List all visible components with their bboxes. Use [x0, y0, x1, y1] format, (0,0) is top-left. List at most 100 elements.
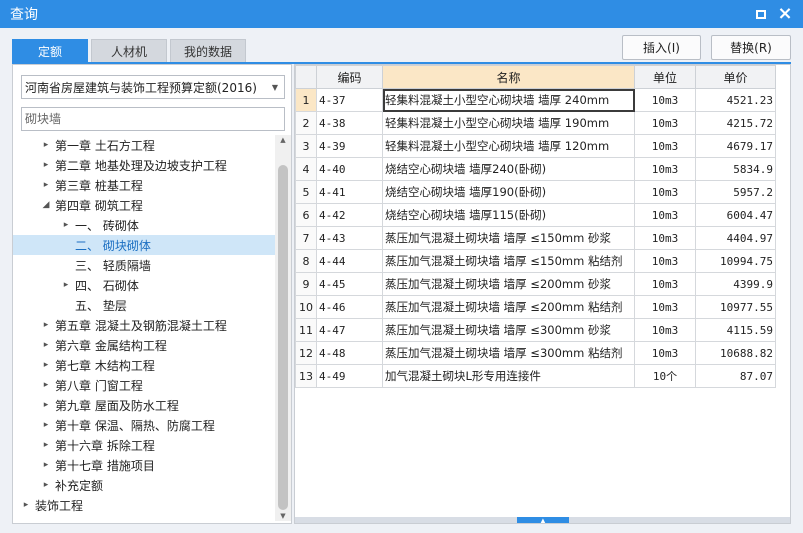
cell-price[interactable]: 4115.59 [695, 318, 776, 342]
maximize-button[interactable] [752, 5, 770, 23]
header-unit[interactable]: 单位 [634, 65, 696, 89]
table-horizontal-scrollbar[interactable]: ▲ [295, 517, 790, 523]
tree-item[interactable]: ▸ 第一章 土石方工程 [13, 135, 275, 155]
cell-price[interactable]: 10994.75 [695, 249, 776, 273]
table-row[interactable]: 10 4-46 蒸压加气混凝土砌块墙 墙厚 ≤200mm 粘结剂 10m3 10977.… [295, 295, 776, 319]
cell-price[interactable]: 6004.47 [695, 203, 776, 227]
tree-item[interactable]: ▸ 四、 石砌体 [13, 275, 275, 295]
collapsed-arrow-icon[interactable]: ▸ [41, 160, 51, 170]
tree-item[interactable]: ▸ 第六章 金属结构工程 [13, 335, 275, 355]
tree-item[interactable]: ▸ 第五章 混凝土及钢筋混凝土工程 [13, 315, 275, 335]
cell-unit[interactable]: 10m3 [634, 88, 696, 112]
table-row[interactable]: 2 4-38 轻集料混凝土小型空心砌块墙 墙厚 190mm 10m3 4215.72 [295, 111, 776, 135]
tab-my-data[interactable]: 我的数据 [170, 39, 246, 63]
collapsed-arrow-icon[interactable]: ▸ [41, 320, 51, 330]
table-row[interactable]: 4 4-40 烧结空心砌块墙 墙厚240(卧砌) 10m3 5834.9 [295, 157, 776, 181]
cell-unit[interactable]: 10m3 [634, 249, 696, 273]
tree-item[interactable]: 三、 轻质隔墙 [13, 255, 275, 275]
tree-item[interactable]: ▸ 第九章 屋面及防水工程 [13, 395, 275, 415]
collapsed-arrow-icon[interactable]: ▸ [41, 340, 51, 350]
table-row[interactable]: 3 4-39 轻集料混凝土小型空心砌块墙 墙厚 120mm 10m3 4679.17 [295, 134, 776, 158]
cell-name[interactable]: 蒸压加气混凝土砌块墙 墙厚 ≤300mm 粘结剂 [382, 341, 635, 365]
collapsed-arrow-icon[interactable]: ▸ [41, 140, 51, 150]
cell-code[interactable]: 4-39 [316, 134, 383, 158]
cell-name[interactable]: 轻集料混凝土小型空心砌块墙 墙厚 190mm [382, 111, 635, 135]
table-row[interactable]: 7 4-43 蒸压加气混凝土砌块墙 墙厚 ≤150mm 砂浆 10m3 4404.97 [295, 226, 776, 250]
cell-unit[interactable]: 10m3 [634, 318, 696, 342]
cell-code[interactable]: 4-44 [316, 249, 383, 273]
insert-button[interactable]: 插入(I) [622, 35, 701, 60]
tree-item[interactable]: ▸ 第十章 保温、隔热、防腐工程 [13, 415, 275, 435]
collapse-grip-icon[interactable]: ▲ [517, 517, 569, 523]
cell-unit[interactable]: 10m3 [634, 203, 696, 227]
cell-unit[interactable]: 10m3 [634, 341, 696, 365]
collapsed-arrow-icon[interactable]: ▸ [61, 220, 71, 230]
cell-code[interactable]: 4-48 [316, 341, 383, 365]
cell-price[interactable]: 5834.9 [695, 157, 776, 181]
table-row[interactable]: 12 4-48 蒸压加气混凝土砌块墙 墙厚 ≤300mm 粘结剂 10m3 10688.… [295, 341, 776, 365]
cell-code[interactable]: 4-41 [316, 180, 383, 204]
collapsed-arrow-icon[interactable]: ▸ [41, 360, 51, 370]
tree-item[interactable]: ▸ 第八章 门窗工程 [13, 375, 275, 395]
tree-item[interactable]: ▸ 第七章 木结构工程 [13, 355, 275, 375]
tree-item[interactable]: 五、 垫层 [13, 295, 275, 315]
cell-unit[interactable]: 10m3 [634, 111, 696, 135]
cell-name[interactable]: 轻集料混凝土小型空心砌块墙 墙厚 120mm [382, 134, 635, 158]
cell-code[interactable]: 4-40 [316, 157, 383, 181]
header-price[interactable]: 单价 [695, 65, 776, 89]
cell-unit[interactable]: 10m3 [634, 272, 696, 296]
tree-item[interactable]: ▸ 补充定额 [13, 475, 275, 495]
search-input[interactable] [21, 107, 285, 131]
cell-name[interactable]: 轻集料混凝土小型空心砌块墙 墙厚 240mm [382, 88, 635, 112]
tree-scroll-thumb[interactable] [278, 165, 288, 510]
cell-code[interactable]: 4-47 [316, 318, 383, 342]
tab-quota[interactable]: 定额 [12, 39, 88, 63]
tree-item[interactable]: ▸ 装饰工程 [13, 495, 275, 515]
expanded-arrow-icon[interactable]: ◢ [41, 200, 51, 210]
replace-button[interactable]: 替换(R) [711, 35, 791, 60]
collapsed-arrow-icon[interactable]: ▸ [41, 440, 51, 450]
cell-code[interactable]: 4-46 [316, 295, 383, 319]
header-name[interactable]: 名称 [382, 65, 635, 89]
cell-unit[interactable]: 10m3 [634, 180, 696, 204]
cell-name[interactable]: 烧结空心砌块墙 墙厚240(卧砌) [382, 157, 635, 181]
cell-price[interactable]: 10688.82 [695, 341, 776, 365]
collapsed-arrow-icon[interactable]: ▸ [21, 500, 31, 510]
cell-price[interactable]: 5957.2 [695, 180, 776, 204]
cell-price[interactable]: 10977.55 [695, 295, 776, 319]
close-button[interactable]: × [776, 5, 794, 23]
tree-scrollbar[interactable]: ▲ ▼ [275, 135, 291, 521]
table-row[interactable]: 1 4-37 轻集料混凝土小型空心砌块墙 墙厚 240mm 10m3 4521.23 [295, 88, 776, 112]
cell-unit[interactable]: 10个 [634, 364, 696, 388]
tree-item[interactable]: ▸ 第十六章 拆除工程 [13, 435, 275, 455]
cell-price[interactable]: 4404.97 [695, 226, 776, 250]
cell-code[interactable]: 4-45 [316, 272, 383, 296]
cell-name[interactable]: 烧结空心砌块墙 墙厚190(卧砌) [382, 180, 635, 204]
table-row[interactable]: 13 4-49 加气混凝土砌块L形专用连接件 10个 87.07 [295, 364, 776, 388]
cell-price[interactable]: 87.07 [695, 364, 776, 388]
collapsed-arrow-icon[interactable]: ▸ [61, 280, 71, 290]
cell-name[interactable]: 加气混凝土砌块L形专用连接件 [382, 364, 635, 388]
cell-unit[interactable]: 10m3 [634, 295, 696, 319]
collapsed-arrow-icon[interactable]: ▸ [41, 420, 51, 430]
cell-unit[interactable]: 10m3 [634, 226, 696, 250]
cell-code[interactable]: 4-37 [316, 88, 383, 112]
cell-name[interactable]: 蒸压加气混凝土砌块墙 墙厚 ≤150mm 砂浆 [382, 226, 635, 250]
tab-labor-material-machine[interactable]: 人材机 [91, 39, 167, 63]
cell-name[interactable]: 蒸压加气混凝土砌块墙 墙厚 ≤200mm 粘结剂 [382, 295, 635, 319]
table-row[interactable]: 9 4-45 蒸压加气混凝土砌块墙 墙厚 ≤200mm 砂浆 10m3 4399.9 [295, 272, 776, 296]
collapsed-arrow-icon[interactable]: ▸ [41, 460, 51, 470]
cell-price[interactable]: 4399.9 [695, 272, 776, 296]
cell-code[interactable]: 4-43 [316, 226, 383, 250]
cell-name[interactable]: 烧结空心砌块墙 墙厚115(卧砌) [382, 203, 635, 227]
cell-name[interactable]: 蒸压加气混凝土砌块墙 墙厚 ≤300mm 砂浆 [382, 318, 635, 342]
cell-name[interactable]: 蒸压加气混凝土砌块墙 墙厚 ≤150mm 粘结剂 [382, 249, 635, 273]
collapsed-arrow-icon[interactable]: ▸ [41, 480, 51, 490]
cell-code[interactable]: 4-38 [316, 111, 383, 135]
collapsed-arrow-icon[interactable]: ▸ [41, 380, 51, 390]
table-row[interactable]: 11 4-47 蒸压加气混凝土砌块墙 墙厚 ≤300mm 砂浆 10m3 4115.59 [295, 318, 776, 342]
cell-unit[interactable]: 10m3 [634, 134, 696, 158]
scroll-down-icon[interactable]: ▼ [278, 512, 288, 520]
tree-item[interactable]: ▸ 一、 砖砌体 [13, 215, 275, 235]
tree-item[interactable]: ▸ 第十七章 措施项目 [13, 455, 275, 475]
